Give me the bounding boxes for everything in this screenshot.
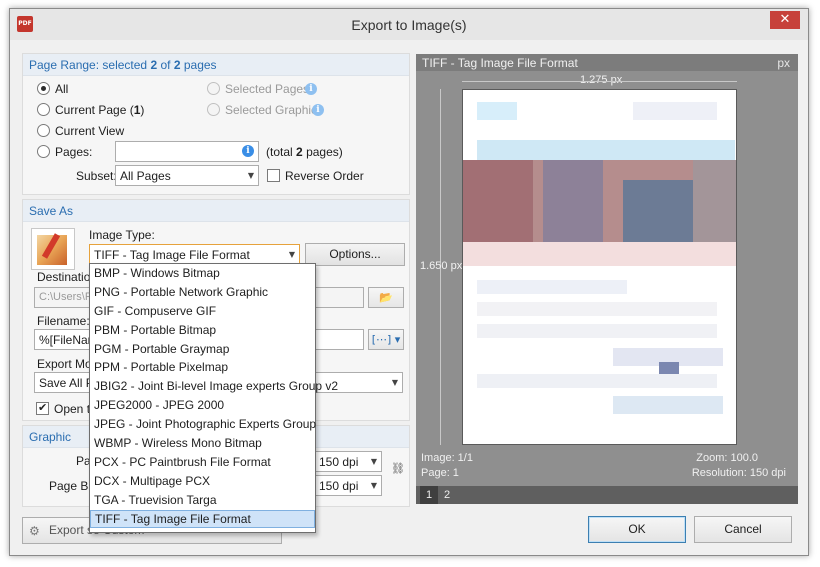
width-dimension-label: 1.275 px <box>580 74 623 86</box>
subset-select[interactable]: All Pages ▼ <box>115 165 259 186</box>
filename-label: Filename: <box>37 314 90 328</box>
reverse-order-checkbox[interactable] <box>267 169 280 182</box>
open-after-label[interactable]: Open t <box>54 402 90 416</box>
folder-icon: 📂 <box>379 291 393 304</box>
current-page-prefix: Current Page ( <box>55 103 134 117</box>
dropdown-option[interactable]: TGA - Truevision Targa <box>90 491 315 510</box>
current-page-suffix: ) <box>140 103 145 117</box>
dropdown-option[interactable]: PNG - Portable Network Graphic <box>90 283 315 302</box>
page-tab-1[interactable]: 1 <box>420 486 438 504</box>
chevron-down-icon: ▼ <box>288 250 295 259</box>
dropdown-option[interactable]: GIF - Compuserve GIF <box>90 302 315 321</box>
subset-value: All Pages <box>120 169 171 183</box>
image-type-select[interactable]: TIFF - Tag Image File Format ▼ <box>89 244 300 265</box>
page-range-header: Page Range: selected 2 of 2 pages <box>23 54 409 76</box>
title-bar: PDF Export to Image(s) ✕ <box>10 9 808 40</box>
height-dimension-label: 1.650 px <box>420 260 463 272</box>
total-text-num: 2 <box>296 145 303 159</box>
zoom-info: Zoom: 100.0 <box>696 452 758 464</box>
ok-button[interactable]: OK <box>588 516 686 543</box>
preview-page-thumbnail <box>462 89 737 445</box>
options-button[interactable]: Options... <box>305 243 405 266</box>
dropdown-option[interactable]: BMP - Windows Bitmap <box>90 264 315 283</box>
chevron-down-icon: ▼ <box>391 378 398 387</box>
image-type-icon <box>31 228 75 270</box>
total-text-suffix: pages) <box>306 145 343 159</box>
info-icon[interactable]: i <box>242 145 254 157</box>
page-tab-2[interactable]: 2 <box>438 486 456 504</box>
current-view-radio[interactable] <box>37 124 50 137</box>
chevron-down-icon: ▼ <box>370 457 377 466</box>
preview-header: TIFF - Tag Image File Format px <box>416 54 798 71</box>
current-view-label[interactable]: Current View <box>55 124 124 138</box>
dropdown-option[interactable]: PGM - Portable Graymap <box>90 340 315 359</box>
of-word: of <box>160 58 171 72</box>
dropdown-option[interactable]: JBIG2 - Joint Bi-level Image experts Gro… <box>90 377 338 396</box>
gear-icon: ⚙ <box>29 524 40 538</box>
image-info: Image: 1/1 <box>421 452 473 464</box>
dropdown-option[interactable]: TIFF - Tag Image File Format <box>90 509 315 529</box>
page-info: Page: 1 <box>421 467 459 479</box>
destination-label: Destinatio <box>37 270 91 284</box>
page-bg-dpi-value: 150 dpi <box>319 479 359 493</box>
width-dimension-line <box>462 81 737 82</box>
current-page-label[interactable]: Current Page (1) <box>55 103 144 117</box>
preview-panel: TIFF - Tag Image File Format px 1.275 px… <box>416 54 798 504</box>
all-label[interactable]: All <box>55 82 68 96</box>
dropdown-option[interactable]: PPM - Portable Pixelmap <box>90 358 315 377</box>
macro-icon: [⋯] ▾ <box>371 333 401 346</box>
total-count: 2 <box>173 58 181 72</box>
macro-button[interactable]: [⋯] ▾ <box>368 329 404 350</box>
pages-word: pages <box>183 58 217 72</box>
open-after-checkbox[interactable] <box>36 401 49 415</box>
dropdown-option[interactable]: JPEG2000 - JPEG 2000 <box>90 396 315 415</box>
image-type-dropdown-list[interactable]: BMP - Windows Bitmap PNG - Portable Netwo… <box>89 263 338 533</box>
pages-radio[interactable] <box>37 145 50 158</box>
info-icon[interactable]: i <box>305 83 317 95</box>
pages-label[interactable]: Pages: <box>55 145 92 159</box>
page-range-header-prefix: Page Range: selected <box>29 58 148 72</box>
selected-graphic-label[interactable]: Selected Graphic <box>225 103 317 117</box>
close-icon: ✕ <box>779 12 791 27</box>
preview-unit[interactable]: px <box>777 56 790 70</box>
all-radio[interactable] <box>37 82 50 95</box>
page-dpi-value: 150 dpi <box>319 455 359 469</box>
preview-format-title: TIFF - Tag Image File Format <box>422 56 578 70</box>
reverse-order-label[interactable]: Reverse Order <box>285 169 364 183</box>
blurred-page-content <box>463 102 736 414</box>
selected-graphic-radio[interactable] <box>207 103 220 116</box>
info-icon[interactable]: i <box>312 104 324 116</box>
current-page-radio[interactable] <box>37 103 50 116</box>
image-type-label: Image Type: <box>89 228 155 242</box>
resolution-info: Resolution: 150 dpi <box>691 467 786 479</box>
pages-input[interactable] <box>115 141 259 162</box>
total-pages-text: (total 2 pages) <box>266 145 343 159</box>
chevron-down-icon: ▼ <box>370 481 377 490</box>
dialog-title: Export to Image(s) <box>351 17 467 33</box>
chain-link-icon[interactable]: ⛓ <box>391 462 405 475</box>
preview-page-tabs: 1 2 <box>416 486 798 504</box>
dropdown-option[interactable]: PBM - Portable Bitmap <box>90 321 315 340</box>
save-as-header: Save As <box>23 200 409 222</box>
browse-folder-button[interactable]: 📂 <box>368 287 404 308</box>
dropdown-option[interactable]: PCX - PC Paintbrush File Format <box>90 453 315 472</box>
selected-pages-radio[interactable] <box>207 82 220 95</box>
dropdown-option[interactable]: JPEG - Joint Photographic Experts Group <box>90 415 316 434</box>
image-type-value: TIFF - Tag Image File Format <box>94 248 250 262</box>
page-dpi-select[interactable]: 150 dpi ▼ <box>314 451 382 472</box>
chevron-down-icon: ▼ <box>247 171 254 180</box>
selected-pages-label[interactable]: Selected Pages <box>225 82 309 96</box>
total-text-prefix: (total <box>266 145 293 159</box>
close-button[interactable]: ✕ <box>770 11 800 29</box>
dropdown-option[interactable]: WBMP - Wireless Mono Bitmap <box>90 434 315 453</box>
cancel-button[interactable]: Cancel <box>694 516 792 543</box>
page-bg-dpi-select[interactable]: 150 dpi ▼ <box>314 475 382 496</box>
subset-label: Subset: <box>76 169 117 183</box>
export-mode-label: Export Mo <box>37 357 92 371</box>
dropdown-option[interactable]: DCX - Multipage PCX <box>90 472 315 491</box>
selected-count: 2 <box>150 58 158 72</box>
